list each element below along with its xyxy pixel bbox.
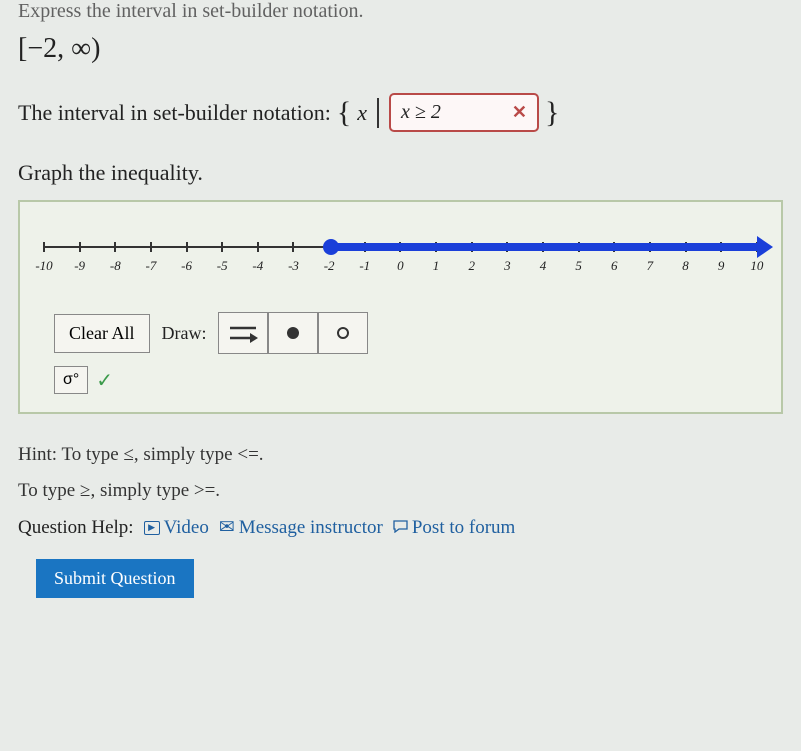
clear-all-button[interactable]: Clear All [54,314,150,353]
video-link[interactable]: ▶ Video [144,517,209,539]
help-row: Question Help: ▶ Video ✉ Message instruc… [18,516,783,539]
answer-input[interactable]: x ≥ 2 ✕ [389,93,539,132]
tick-label: 1 [433,258,440,274]
tool-group [218,312,368,354]
post-forum-link[interactable]: Post to forum [393,517,515,539]
open-point-tool-button[interactable] [318,312,368,354]
tick-label: -2 [324,258,335,274]
closed-circle-icon [287,327,299,339]
chat-icon [393,517,408,539]
graph-options-button[interactable]: σ° [54,366,88,394]
tick-label: -3 [288,258,299,274]
hint-line-2: To type ≥, simply type >=. [18,480,783,502]
open-circle-icon [337,327,349,339]
video-icon: ▶ [144,521,160,535]
hint1-symbol: ≤ [123,444,133,465]
tick-label: 9 [718,258,725,274]
tick-label: -1 [359,258,370,274]
tick-label: 5 [575,258,582,274]
video-text: Video [164,517,209,539]
hint-line-1: Hint: To type ≤, simply type <=. [18,444,783,466]
tick-label: -9 [74,258,85,274]
hint2-post: , simply type >=. [90,480,220,501]
user-answer-text: x ≥ 2 [401,101,441,124]
mail-icon: ✉ [219,516,235,539]
message-instructor-link[interactable]: ✉ Message instructor [219,516,383,539]
toolbar: Clear All Draw: [54,312,767,354]
hint2-symbol: ≥ [80,480,90,501]
answer-label: The interval in set-builder notation: [18,100,331,126]
set-variable: x [357,100,367,126]
brace-close: } [545,96,559,130]
number-line[interactable]: -10-9-8-7-6-5-4-3-2-1012345678910 [34,232,767,292]
hint2-pre: To type [18,480,80,501]
closed-point-tool-button[interactable] [268,312,318,354]
tick-label: 8 [682,258,689,274]
message-text: Message instructor [239,517,383,539]
graph-panel: -10-9-8-7-6-5-4-3-2-1012345678910 Clear … [18,200,783,414]
interval-expression: [−2, ∞) [18,33,783,65]
tick-label: 6 [611,258,618,274]
inequality-ray [331,243,761,251]
answer-line: The interval in set-builder notation: { … [18,93,783,132]
tick-mark [150,242,152,252]
arrow-right-icon [757,236,773,258]
tick-label: 2 [468,258,475,274]
check-row: σ° ✓ [54,366,767,394]
tick-label: 4 [540,258,547,274]
submit-button[interactable]: Submit Question [36,559,194,598]
tick-label: 7 [647,258,654,274]
tick-label: -6 [181,258,192,274]
draw-label: Draw: [150,315,219,352]
correct-icon: ✓ [96,368,113,393]
tick-mark [43,242,45,252]
tick-mark [79,242,81,252]
tick-label: -5 [217,258,228,274]
forum-text: Post to forum [412,517,515,539]
hint1-post: , simply type <=. [134,444,264,465]
ray-tool-icon [228,322,258,344]
such-that-bar [377,98,379,128]
tick-mark [292,242,294,252]
tick-mark [221,242,223,252]
tick-label: 10 [750,258,763,274]
prompt-text: Express the interval in set-builder nota… [18,0,783,23]
wrong-icon: ✕ [512,102,527,123]
hint1-pre: Hint: To type [18,444,123,465]
tick-mark [257,242,259,252]
tick-label: -4 [252,258,263,274]
tick-label: -7 [146,258,157,274]
closed-endpoint-icon [323,239,339,255]
tick-label: -8 [110,258,121,274]
tick-label: 3 [504,258,511,274]
graph-prompt: Graph the inequality. [18,160,783,186]
tick-mark [186,242,188,252]
tick-label: -10 [35,258,52,274]
brace-open: { [337,96,351,130]
tick-mark [114,242,116,252]
ray-tool-button[interactable] [218,312,268,354]
tick-label: 0 [397,258,404,274]
help-label: Question Help: [18,517,134,539]
